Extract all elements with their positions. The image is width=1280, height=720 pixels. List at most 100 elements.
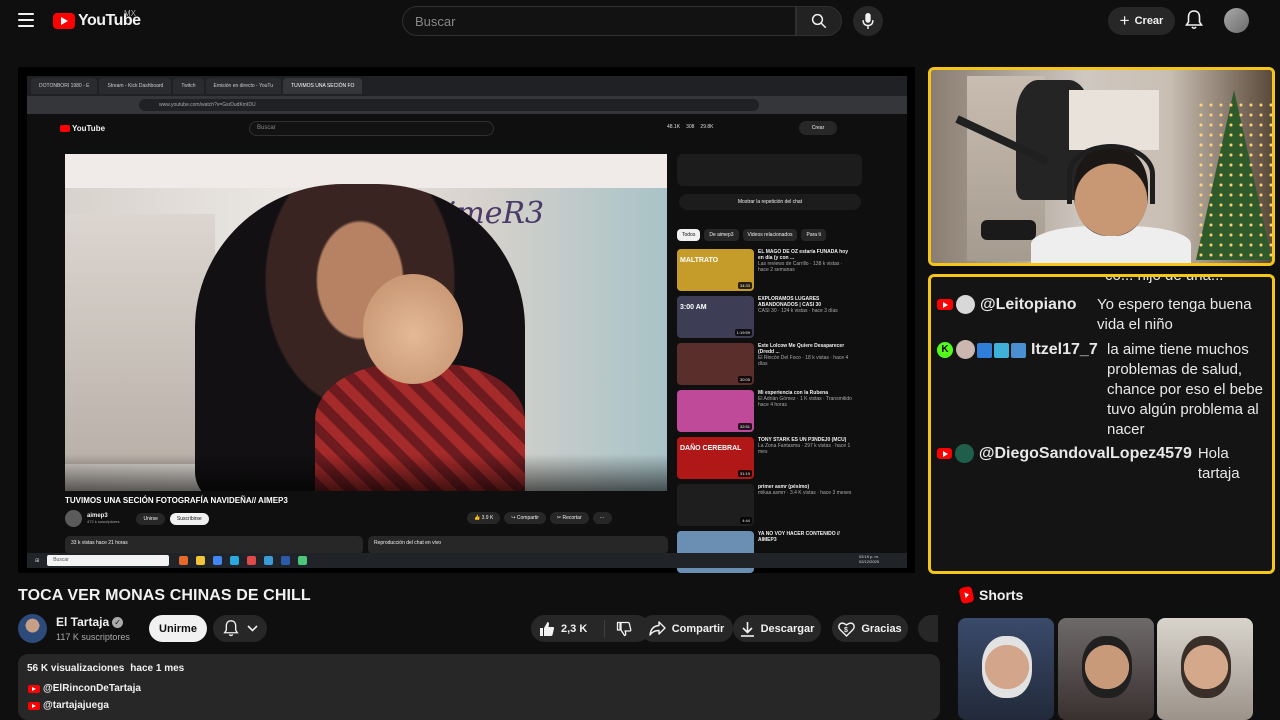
inner-actions: 👍 3.9 K ↪ Compartir ✂ Recortar ⋯ <box>467 512 612 524</box>
short-thumbnail[interactable] <box>1157 618 1253 720</box>
shelf <box>65 214 215 464</box>
inner-chat-replay-button: Mostrar la repetición del chat <box>679 194 861 210</box>
country-code: MX <box>124 9 136 18</box>
short-face <box>1082 636 1132 698</box>
search-button[interactable] <box>796 6 842 36</box>
inner-rec-item: 32:51 Mi experiencia con la Rubena El Adri… <box>677 390 862 437</box>
inner-rec-meta: Las reviews de Carrillo · 138 k vistas ·… <box>758 261 843 273</box>
user-avatar[interactable] <box>1224 8 1249 33</box>
thumbs-down-icon <box>616 621 632 636</box>
inner-rec-meta: El Rincón Del Foco · 18 k vistas · hace … <box>758 355 849 367</box>
description-link[interactable]: @tartajajuega <box>28 700 109 711</box>
inner-channel-row: aimep3 472 k suscriptores Unirse Suscrib… <box>65 510 209 527</box>
search-icon <box>811 13 827 29</box>
svg-text:$: $ <box>844 627 848 634</box>
menu-icon[interactable] <box>18 13 34 27</box>
inner-create-button: Crear <box>799 121 837 135</box>
video-player[interactable]: DOTONBORI 1980 - E Stream - Kick Dashboa… <box>18 67 915 573</box>
description-box[interactable]: 56 K visualizaciones hace 1 mes @ElRincon… <box>18 654 940 720</box>
kick-icon: K <box>937 342 953 358</box>
folder-icon <box>196 556 206 565</box>
download-button[interactable]: Descargar <box>733 615 821 642</box>
inner-clip-button: ✂ Recortar <box>549 512 589 524</box>
chat-message: @Leitopiano Yo espero tenga buena vida e… <box>937 294 1267 335</box>
inner-description: 33 k vistas hace 21 horas <box>65 536 363 554</box>
inner-rec-text: Este Lolcow Me Quiere Desaparecer (Dredd… <box>758 343 853 390</box>
youtube-icon <box>937 448 953 459</box>
browser-tab: Twitch <box>173 78 204 94</box>
channel-name[interactable]: El Tartaja ✓ <box>56 615 124 629</box>
inner-rec-meta: El Adrián Gómez · 1 K vistas · Transmiti… <box>758 396 852 408</box>
inner-rec-thumbnail: DAÑO CEREBRAL 31:19 <box>677 437 754 479</box>
thanks-button[interactable]: $ Gracias <box>832 615 908 642</box>
subscriber-count: 117 K suscriptores <box>56 632 130 642</box>
inner-like-button: 👍 3.9 K <box>467 512 501 524</box>
youtube-logo[interactable]: YouTube MX <box>53 9 141 30</box>
inner-rec-item: DAÑO CEREBRAL 31:19 TONY STARK ES UN P3NDE… <box>677 437 862 484</box>
youtube-icon <box>937 299 953 310</box>
inner-rec-duration: 30:05 <box>737 376 752 383</box>
heart-dollar-icon: $ <box>838 621 856 637</box>
shorts-shelf-header: Shorts <box>958 585 1023 605</box>
short-thumbnail[interactable] <box>1058 618 1154 720</box>
short-thumbnail[interactable] <box>958 618 1054 720</box>
inner-stats: 48.1K 308 29.8K <box>667 124 714 130</box>
headphones <box>1067 144 1155 204</box>
inner-rec-thumb-text: 3:00 AM <box>680 304 707 311</box>
channel-row: El Tartaja ✓ 117 K suscriptores Unirme 2,… <box>18 614 938 646</box>
thumbs-up-icon <box>540 621 555 636</box>
chat-username: @DiegoSandovalLopez4579 <box>978 445 1192 462</box>
short-face <box>982 636 1032 698</box>
inner-rec-thumbnail: 32:51 <box>677 390 754 432</box>
chat-message: K Itzel17_7 la aime tiene muchos problem… <box>937 339 1272 440</box>
chat-avatar <box>955 444 974 463</box>
share-button[interactable]: Compartir <box>640 615 733 642</box>
notifications-bell-icon[interactable] <box>1185 10 1203 35</box>
chat-cut-line: co... hijo de una... <box>1105 274 1224 284</box>
photoshop-icon <box>281 556 291 565</box>
like-dislike-group: 2,3 K <box>531 615 650 642</box>
inner-rec-thumbnail: 30:05 <box>677 343 754 385</box>
voice-search-button[interactable] <box>853 6 883 36</box>
inner-rec-item: 30:05 Este Lolcow Me Quiere Desaparecer (… <box>677 343 862 390</box>
channel-avatar[interactable] <box>18 614 47 643</box>
inner-rec-duration: 32:51 <box>737 423 752 430</box>
edge-icon <box>230 556 240 565</box>
browser-tab-strip: DOTONBORI 1980 - E Stream - Kick Dashboa… <box>27 76 907 96</box>
chat-text: Yo espero tenga buena vida el niño <box>1097 296 1252 333</box>
inner-video-frame: AimeR3 <box>65 154 667 491</box>
captured-desktop: DOTONBORI 1980 - E Stream - Kick Dashboa… <box>27 76 907 573</box>
like-button[interactable]: 2,3 K <box>531 619 605 638</box>
inner-rec-thumb-text: DAÑO CEREBRAL <box>680 445 742 452</box>
inner-rec-thumbnail: 4:44 <box>677 484 754 526</box>
inner-rec-title: YA NO VOY HACER CONTENIDO // AIMEP3 <box>758 531 840 543</box>
inner-chat-header <box>677 154 862 186</box>
browser-tab: Emisión en directo - YouTu <box>205 78 282 94</box>
inner-rec-text: Mi experiencia con la Rubena El Adrián Gó… <box>758 390 853 437</box>
subscription-bell-button[interactable] <box>213 615 267 642</box>
inner-rec-item: MALTRATO 34:33 EL MAGO DE OZ estaría FUNAD… <box>677 249 862 296</box>
inner-rec-title: EXPLORAMOS LUGARES ABANDONADOS | CASI 30 <box>758 296 822 308</box>
obs-icon <box>247 556 257 565</box>
app-icon <box>264 556 274 565</box>
youtube-play-icon <box>53 13 75 29</box>
more-actions-button[interactable] <box>918 615 938 642</box>
video-title: TOCA VER MONAS CHINAS DE CHILL <box>18 587 311 604</box>
browser-tab: DOTONBORI 1980 - E <box>31 78 98 94</box>
browser-tab: Stream - Kick Dashboard <box>99 78 172 94</box>
inner-rec-duration: 4:44 <box>740 517 752 524</box>
join-button[interactable]: Unirme <box>149 615 207 642</box>
microphone-icon <box>862 13 874 29</box>
create-button[interactable]: + Crear <box>1108 7 1175 35</box>
inner-rec-duration: 1:19:59 <box>734 329 752 336</box>
chat-username: Itzel17_7 <box>1031 341 1098 358</box>
dislike-button[interactable] <box>605 621 632 637</box>
browser-address-bar: www.youtube.com/watch?v=GsrDudKmIDU <box>27 96 907 114</box>
search-input[interactable] <box>403 7 795 35</box>
tree-lights <box>1196 100 1272 260</box>
shorts-icon <box>958 585 975 605</box>
inner-subscribe-button: Suscribirse <box>169 512 209 525</box>
inner-rec-meta: mikaa.asmrr · 3.4 K vistas · hace 3 mese… <box>758 490 852 496</box>
description-link[interactable]: @ElRinconDeTartaja <box>28 683 141 694</box>
inner-rec-text: TONY STARK ES UN P3NDEJ0 (MCU) La Zona Fa… <box>758 437 853 484</box>
